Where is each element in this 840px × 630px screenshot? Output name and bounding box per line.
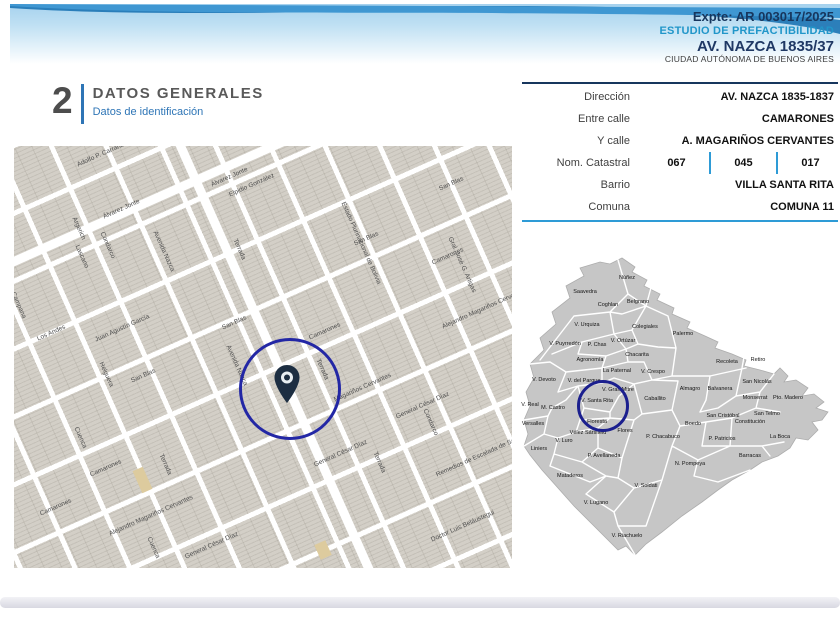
city-outline: [522, 250, 838, 568]
row-value: A. MAGARIÑOS CERVANTES: [630, 135, 838, 147]
row-value: VILLA SANTA RITA: [630, 179, 838, 191]
district-label: Versalles: [522, 421, 544, 427]
district-highlight-circle: [577, 380, 629, 432]
district-label: V. Puyrredón: [549, 341, 581, 347]
row-value: 017: [783, 157, 838, 169]
district-label: La Paternal: [603, 368, 631, 374]
district-label: V. Luro: [555, 438, 572, 444]
district-label: Liniers: [531, 446, 547, 452]
street-map: Adolfo P. CarranzaÁlvarez JonteÁlvarez J…: [14, 146, 512, 568]
district-label: Núñez: [619, 275, 635, 281]
table-row: BarrioVILLA SANTA RITA: [522, 174, 838, 196]
section-number: 2: [52, 82, 73, 119]
district-label: Pto. Madero: [773, 395, 803, 401]
district-label: Palermo: [673, 331, 693, 337]
row-value: CAMARONES: [630, 113, 838, 125]
district-label: V. Real: [521, 402, 539, 408]
district-label: Colegiales: [632, 324, 658, 330]
section-subtitle: Datos de identificación: [93, 106, 264, 118]
district-label: V. Soldati: [634, 483, 657, 489]
district-label: San Nicolás: [742, 379, 771, 385]
district-label: Belgrano: [627, 299, 649, 305]
district-label: La Boca: [770, 434, 790, 440]
district-label: Coghlan: [598, 302, 619, 308]
table-row: Entre calleCAMARONES: [522, 108, 838, 130]
city-districts-map: Núñez Saavedra Coghlan Belgrano V. Urquiza Co…: [522, 250, 838, 568]
district-label: V. Devoto: [532, 377, 556, 383]
district-label: P. Chacabuco: [646, 434, 680, 440]
district-label: Retiro: [751, 357, 766, 363]
value-separator: [776, 152, 778, 174]
row-label: Y calle: [522, 135, 630, 147]
district-label: Agronomía: [577, 357, 604, 363]
horizontal-scrollbar[interactable]: [0, 597, 840, 608]
district-label: Chacarita: [625, 352, 649, 358]
district-label: Monserrat: [743, 395, 768, 401]
row-label: Entre calle: [522, 113, 630, 125]
row-label: Dirección: [522, 91, 630, 103]
expediente-number: Expte: AR 003017/2025: [660, 10, 835, 25]
table-row: DirecciónAV. NAZCA 1835-1837: [522, 86, 838, 108]
identification-table: DirecciónAV. NAZCA 1835-1837Entre calleC…: [522, 82, 838, 222]
district-label: V. Urquiza: [574, 322, 599, 328]
location-pin-icon: [272, 364, 302, 409]
row-value: COMUNA 11: [630, 201, 838, 213]
report-page: Expte: AR 003017/2025 ESTUDIO DE PREFACT…: [0, 0, 840, 630]
row-label: Comuna: [522, 201, 630, 213]
row-label: Nom. Catastral: [522, 157, 630, 169]
city-name: CIUDAD AUTÓNOMA DE BUENOS AIRES: [660, 55, 835, 65]
district-label: Mataderos: [557, 473, 583, 479]
district-label: V. Riachuelo: [612, 533, 643, 539]
table-row: ComunaCOMUNA 11: [522, 196, 838, 218]
district-label: P. Chas: [588, 342, 607, 348]
district-label: San Telmo: [754, 411, 780, 417]
property-address: AV. NAZCA 1835/37: [660, 38, 835, 55]
section-divider: [81, 84, 84, 124]
district-label: P. Avellaneda: [588, 453, 621, 459]
study-title: ESTUDIO DE PREFACTIBILIDAD: [660, 25, 835, 38]
header-banner: Expte: AR 003017/2025 ESTUDIO DE PREFACT…: [10, 4, 840, 64]
value-separator: [709, 152, 711, 174]
row-value: 067: [649, 157, 704, 169]
row-value: 045: [716, 157, 771, 169]
district-label: V. Lugano: [584, 500, 609, 506]
district-label: P. Patricios: [708, 436, 735, 442]
district-label: Barracas: [739, 453, 761, 459]
district-label: N. Pompeya: [675, 461, 705, 467]
district-label: Caballito: [644, 396, 665, 402]
district-label: M. Castro: [541, 405, 565, 411]
row-value: AV. NAZCA 1835-1837: [630, 91, 838, 103]
district-label: Recoleta: [716, 359, 738, 365]
district-label: V. Ortúzar: [611, 338, 636, 344]
district-label: Balvanera: [708, 386, 733, 392]
district-label: Flores: [617, 428, 632, 434]
row-label: Barrio: [522, 179, 630, 191]
section-title: DATOS GENERALES: [93, 85, 264, 102]
table-row: Y calleA. MAGARIÑOS CERVANTES: [522, 130, 838, 152]
district-label: Constitución: [735, 419, 765, 425]
district-label: Saavedra: [573, 289, 597, 295]
section-heading: 2 DATOS GENERALES Datos de identificació…: [52, 82, 264, 124]
table-row: Nom. Catastral 067 045 017: [522, 152, 838, 174]
district-label: V. Crespo: [641, 369, 665, 375]
district-label: Boedo: [685, 421, 701, 427]
catastral-values: 067 045 017: [630, 152, 838, 174]
district-label: Almagro: [680, 386, 700, 392]
